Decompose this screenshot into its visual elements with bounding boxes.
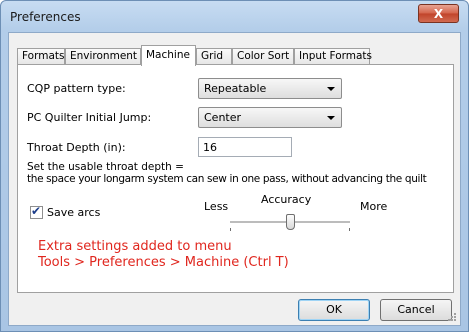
- tab-grid[interactable]: Grid: [196, 48, 232, 65]
- slider-tick: [349, 228, 350, 231]
- tab-formats[interactable]: Formats: [17, 48, 65, 65]
- tab-machine[interactable]: Machine: [141, 45, 196, 66]
- ok-button[interactable]: OK: [298, 299, 370, 321]
- initial-jump-value: Center: [204, 111, 242, 124]
- accuracy-slider-thumb[interactable]: [286, 214, 295, 230]
- accuracy-less-label: Less: [204, 200, 229, 213]
- accuracy-label: Accuracy: [261, 193, 312, 206]
- chevron-down-icon: [327, 87, 335, 91]
- accuracy-more-label: More: [360, 200, 388, 213]
- throat-depth-label: Throat Depth (in):: [27, 141, 126, 154]
- save-arcs-checkbox[interactable]: ✔: [30, 204, 43, 219]
- throat-help-line1: Set the usable throat depth =: [27, 161, 184, 173]
- annotation-line1: Extra settings added to menu: [38, 239, 232, 254]
- cancel-button[interactable]: Cancel: [380, 299, 452, 321]
- machine-tab-panel: CQP pattern type: Repeatable PC Quilter …: [17, 64, 454, 293]
- pattern-type-value: Repeatable: [204, 82, 267, 95]
- pattern-type-dropdown[interactable]: Repeatable: [198, 78, 342, 99]
- pattern-type-label: CQP pattern type:: [27, 82, 126, 95]
- close-icon: X: [433, 6, 444, 21]
- window-title: Preferences: [10, 10, 81, 24]
- title-bar[interactable]: Preferences X: [1, 1, 468, 31]
- annotation-line2: Tools > Preferences > Machine (Ctrl T): [38, 255, 289, 270]
- close-button[interactable]: X: [418, 4, 459, 23]
- resize-grip-icon[interactable]: [447, 312, 457, 322]
- save-arcs-label[interactable]: Save arcs: [47, 206, 100, 219]
- tab-input-formats[interactable]: Input Formats: [294, 48, 372, 65]
- dialog-client-area: Formats Environment Machine Grid Color S…: [8, 32, 461, 326]
- slider-tick: [230, 228, 231, 231]
- throat-depth-value: 16: [203, 141, 217, 154]
- preferences-window: Preferences X Formats Environment Machin…: [0, 0, 469, 332]
- tab-environment[interactable]: Environment: [65, 48, 141, 65]
- checkmark-icon: ✔: [31, 204, 42, 218]
- initial-jump-label: PC Quilter Initial Jump:: [27, 111, 152, 124]
- chevron-down-icon: [327, 116, 335, 120]
- throat-help-line2: the space your longarm system can sew in…: [27, 173, 427, 185]
- initial-jump-dropdown[interactable]: Center: [198, 107, 342, 128]
- throat-depth-input[interactable]: 16: [198, 137, 292, 157]
- tab-color-sort[interactable]: Color Sort: [232, 48, 294, 65]
